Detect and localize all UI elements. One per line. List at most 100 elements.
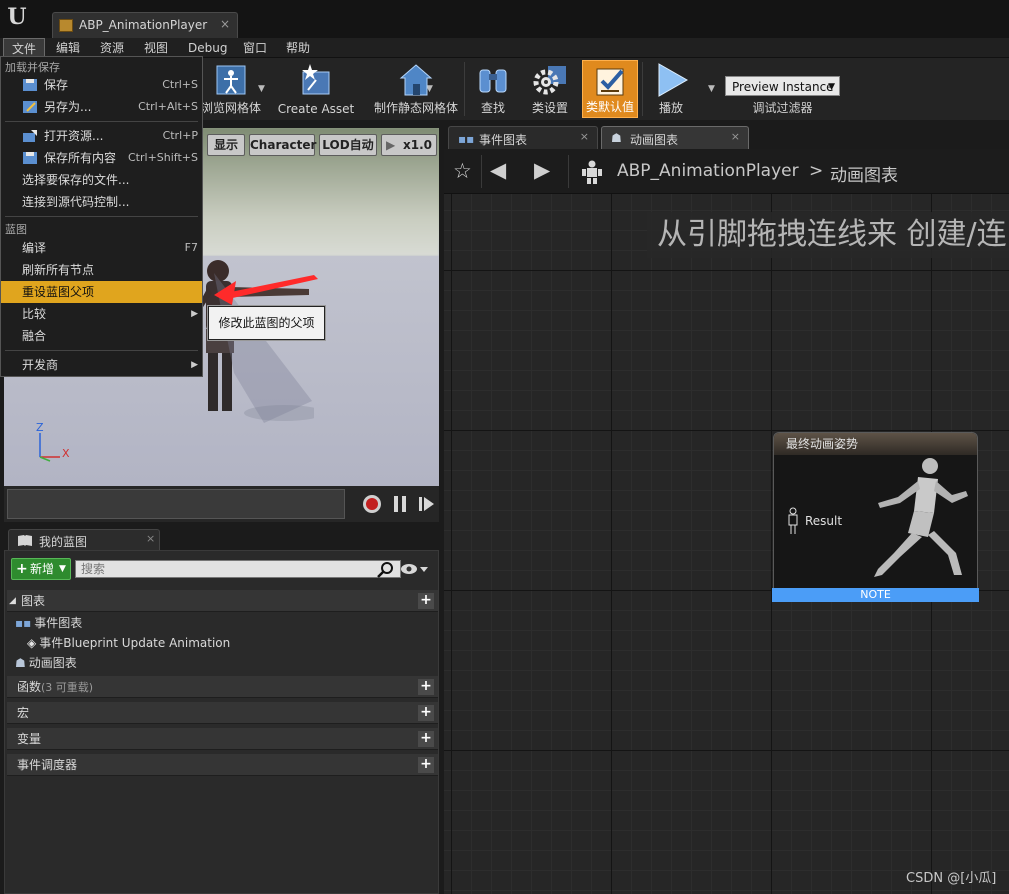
create-asset-label: Create Asset: [277, 102, 355, 116]
menu-help[interactable]: 帮助: [278, 38, 318, 58]
menu-item-developer-label: 开发商: [22, 358, 59, 372]
save-as-icon: [23, 101, 37, 113]
eye-visibility-icon[interactable]: [400, 562, 430, 576]
tree-item-event-graph[interactable]: ▪▪ 事件图表: [15, 613, 82, 633]
anim-graph-icon: [582, 160, 602, 184]
preview-instance-dropdown[interactable]: Preview Instance ▼: [725, 76, 840, 96]
class-settings-button[interactable]: 类设置: [525, 60, 575, 118]
checklist-icon: [596, 68, 624, 96]
book-icon: [18, 535, 32, 546]
tree-item-event-graph-label: 事件图表: [34, 616, 83, 630]
search-input[interactable]: 搜索: [75, 560, 401, 578]
menu-item-developer[interactable]: 开发商 ▶: [1, 354, 202, 376]
search-icon[interactable]: [377, 561, 395, 579]
menu-item-save-as-label: 另存为...: [44, 100, 92, 114]
menu-separator: [5, 121, 198, 122]
menu-debug[interactable]: Debug: [180, 38, 235, 58]
submenu-arrow-icon: ▶: [191, 309, 198, 319]
add-graph-button[interactable]: +: [418, 593, 434, 609]
close-tab-icon[interactable]: ×: [146, 532, 155, 545]
menu-window[interactable]: 窗口: [235, 38, 275, 58]
section-variables-label: 变量: [17, 732, 42, 746]
tab-event-graph[interactable]: ▪▪ 事件图表 ×: [448, 126, 598, 149]
tree-item-anim-graph[interactable]: ☗ 动画图表: [15, 653, 77, 673]
viewport-playback-bar: [4, 486, 439, 522]
record-icon[interactable]: [362, 494, 382, 514]
close-tab-icon[interactable]: ×: [220, 17, 230, 31]
add-new-button[interactable]: + 新增 ▼: [11, 558, 71, 580]
character-button[interactable]: Character: [249, 134, 316, 156]
class-settings-label: 类设置: [531, 101, 568, 115]
close-tab-icon[interactable]: ×: [580, 130, 589, 143]
document-tab[interactable]: ABP_AnimationPlayer ×: [52, 12, 238, 38]
playback-speed-button[interactable]: ▶ x1.0: [381, 134, 437, 156]
chevron-down-icon[interactable]: ▼: [708, 84, 715, 94]
axis-gizmo: Z X: [32, 421, 82, 471]
menu-item-open-asset[interactable]: 打开资源... Ctrl+P: [1, 125, 202, 147]
add-event-dispatcher-button[interactable]: +: [418, 757, 434, 773]
graph-canvas[interactable]: 从引脚拖拽连线来 创建/连 最终动画姿势 Result NOTE: [444, 194, 1009, 894]
menu-item-choose-files[interactable]: 选择要保存的文件...: [1, 169, 202, 191]
add-function-button[interactable]: +: [418, 679, 434, 695]
tab-anim-graph[interactable]: ☗ 动画图表 ×: [601, 126, 749, 149]
final-animation-pose-node[interactable]: 最终动画姿势 Result NOTE: [772, 432, 979, 602]
reparent-tooltip: 修改此蓝图的父项: [208, 306, 325, 340]
debug-filter-label: 调试过滤器: [752, 101, 813, 115]
menu-item-save-all[interactable]: 保存所有内容 Ctrl+Shift+S: [1, 147, 202, 169]
section-variables[interactable]: 变量 +: [7, 728, 438, 750]
play-speed-icon: ▶: [386, 138, 396, 152]
step-forward-icon[interactable]: [416, 494, 436, 514]
house-icon: [399, 64, 433, 96]
collapse-arrow-icon: ◢: [9, 596, 16, 606]
add-variable-button[interactable]: +: [418, 731, 434, 747]
pause-icon[interactable]: [390, 494, 410, 514]
menu-item-save[interactable]: 保存 Ctrl+S: [1, 74, 202, 96]
menu-item-refresh-nodes[interactable]: 刷新所有节点: [1, 259, 202, 281]
file-menu-dropdown: 加载并保存 保存 Ctrl+S 另存为... Ctrl+Alt+S 打开资源..…: [0, 56, 203, 377]
menu-item-open-asset-shortcut: Ctrl+P: [162, 129, 198, 142]
menu-view[interactable]: 视图: [136, 38, 176, 58]
menu-item-reparent-blueprint-label: 重设蓝图父项: [22, 285, 95, 299]
add-macro-button[interactable]: +: [418, 705, 434, 721]
section-macros[interactable]: 宏 +: [7, 702, 438, 724]
chevron-down-icon[interactable]: ▼: [258, 84, 265, 94]
section-macros-label: 宏: [17, 706, 30, 720]
section-graphs-label: 图表: [21, 594, 46, 608]
star-icon[interactable]: ☆: [453, 159, 472, 183]
close-tab-icon[interactable]: ×: [731, 130, 740, 143]
menu-item-reparent-blueprint[interactable]: 重设蓝图父项: [1, 281, 202, 303]
section-graphs[interactable]: ◢ 图表 +: [7, 590, 438, 612]
toolbar: ▼ 浏览网格体 ▼ Create Asset 制作静态网格体 查找 类设置 类默…: [200, 58, 1009, 120]
section-event-dispatchers[interactable]: 事件调度器 +: [7, 754, 438, 776]
preview-mesh-button[interactable]: ▼ 浏览网格体: [200, 60, 265, 118]
tree-item-update-animation[interactable]: ◈ 事件Blueprint Update Animation: [27, 633, 230, 653]
show-button[interactable]: 显示: [207, 134, 245, 156]
file-menu-section-load-save: 加载并保存: [5, 61, 60, 74]
menu-file[interactable]: 文件: [3, 38, 46, 58]
find-button[interactable]: 查找: [470, 60, 516, 118]
pose-pin-icon[interactable]: [786, 507, 800, 535]
forward-arrow-icon[interactable]: ▶: [534, 158, 550, 182]
menu-item-merge[interactable]: 融合: [1, 325, 202, 347]
preview-instance-value: Preview Instance: [732, 80, 834, 94]
menu-asset[interactable]: 资源: [92, 38, 132, 58]
back-arrow-icon[interactable]: ◀: [490, 158, 506, 182]
menu-edit[interactable]: 编辑: [48, 38, 88, 58]
timeline-scrubber[interactable]: [7, 489, 345, 519]
save-all-icon: [23, 152, 37, 164]
breadcrumb-root[interactable]: ABP_AnimationPlayer: [617, 161, 799, 181]
class-defaults-button[interactable]: 类默认值: [582, 60, 638, 118]
make-static-mesh-button[interactable]: 制作静态网格体: [370, 60, 462, 118]
section-functions-note: (3 可重载): [41, 681, 94, 694]
play-button[interactable]: ▼ 播放: [648, 60, 715, 118]
section-functions[interactable]: 函数(3 可重载) +: [7, 676, 438, 698]
lod-button[interactable]: LOD自动: [319, 134, 377, 156]
node-note-bar: NOTE: [772, 588, 979, 602]
menu-item-connect-source-control[interactable]: 连接到源代码控制...: [1, 191, 202, 213]
menu-item-save-as[interactable]: 另存为... Ctrl+Alt+S: [1, 96, 202, 118]
axis-z-label: Z: [36, 421, 44, 434]
menu-item-diff[interactable]: 比较 ▶: [1, 303, 202, 325]
menu-item-compile[interactable]: 编译 F7: [1, 237, 202, 259]
create-asset-button[interactable]: ▼ Create Asset: [276, 60, 433, 118]
my-blueprint-tab[interactable]: 我的蓝图 ×: [8, 529, 160, 550]
